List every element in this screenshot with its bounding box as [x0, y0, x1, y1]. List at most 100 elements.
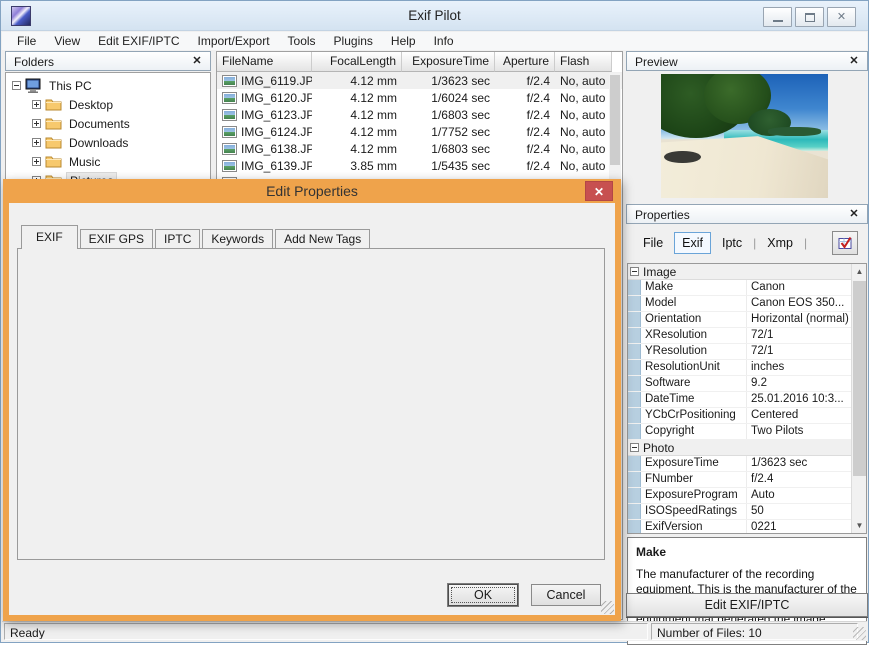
- file-row[interactable]: IMG_6139.JPG 3.85 mm 1/5435 sec f/2.4 No, au…: [217, 157, 622, 174]
- expand-box-icon[interactable]: [32, 138, 41, 147]
- collapse-box-icon[interactable]: [630, 267, 639, 276]
- grid-row-resolutionunit[interactable]: ResolutionUnit inches: [628, 360, 866, 376]
- grid-group-label: Photo: [643, 440, 675, 455]
- column-header-focallength[interactable]: FocalLength: [312, 52, 402, 72]
- grid-row-gutter: [628, 280, 641, 295]
- dialog-tab-add-new-tags[interactable]: Add New Tags: [275, 229, 371, 249]
- file-name: IMG_6138.JPG: [241, 141, 312, 156]
- tree-item-this-pc[interactable]: This PC: [6, 76, 210, 95]
- properties-tab-xmp[interactable]: Xmp: [760, 233, 800, 253]
- expand-box-icon[interactable]: [32, 119, 41, 128]
- grid-row-value: 0221: [751, 521, 777, 533]
- grid-row-exposureprogram[interactable]: ExposureProgram Auto: [628, 488, 866, 504]
- file-row[interactable]: IMG_6123.JPG 4.12 mm 1/6803 sec f/2.4 No, au…: [217, 106, 622, 123]
- dialog-tab-exif[interactable]: EXIF: [21, 225, 78, 249]
- properties-grid-scrollbar[interactable]: ▲ ▼: [851, 264, 866, 533]
- menu-bar: File View Edit EXIF/IPTC Import/Export Tools…: [2, 32, 867, 50]
- dialog-close-button[interactable]: ✕: [585, 181, 613, 201]
- file-cell: 4.12 mm: [350, 107, 397, 122]
- menu-item-import-export[interactable]: Import/Export: [189, 32, 279, 50]
- window-resize-grip[interactable]: [853, 627, 866, 640]
- image-thumbnail-icon: [222, 159, 237, 172]
- grid-row-name: ExposureProgram: [641, 488, 747, 503]
- grid-row-gutter: [628, 312, 641, 327]
- ok-button[interactable]: OK: [448, 584, 518, 606]
- grid-row-name: Copyright: [641, 424, 747, 439]
- menu-item-plugins[interactable]: Plugins: [325, 32, 382, 50]
- cancel-button[interactable]: Cancel: [531, 584, 601, 606]
- menu-item-file[interactable]: File: [8, 32, 45, 50]
- tree-item-desktop[interactable]: Desktop: [6, 95, 210, 114]
- file-row[interactable]: IMG_6124.JPG 4.12 mm 1/7752 sec f/2.4 No, au…: [217, 123, 622, 140]
- menu-item-edit-exif-iptc[interactable]: Edit EXIF/IPTC: [89, 32, 188, 50]
- expand-box-icon[interactable]: [32, 157, 41, 166]
- grid-row-model[interactable]: Model Canon EOS 350...: [628, 296, 866, 312]
- grid-row-orientation[interactable]: Orientation Horizontal (normal): [628, 312, 866, 328]
- dialog-tab-keywords[interactable]: Keywords: [202, 229, 274, 249]
- grid-row-gutter: [628, 472, 641, 487]
- grid-row-name: Model: [641, 296, 747, 311]
- dialog-tab-exif-gps[interactable]: EXIF GPS: [79, 229, 154, 249]
- grid-row-xresolution[interactable]: XResolution 72/1: [628, 328, 866, 344]
- file-row[interactable]: IMG_6120.JPG 4.12 mm 1/6024 sec f/2.4 No, au…: [217, 89, 622, 106]
- folders-close-icon[interactable]: ✕: [190, 54, 204, 68]
- grid-group-photo[interactable]: Photo: [628, 440, 866, 456]
- grid-row-exifversion[interactable]: ExifVersion 0221: [628, 520, 866, 533]
- grid-row-exposuretime[interactable]: ExposureTime 1/3623 sec: [628, 456, 866, 472]
- status-message: Ready: [4, 623, 648, 640]
- image-thumbnail-icon: [222, 108, 237, 121]
- column-header-filename[interactable]: FileName: [217, 52, 312, 72]
- collapse-box-icon[interactable]: [12, 81, 21, 90]
- dialog-tab-iptc[interactable]: IPTC: [155, 229, 201, 249]
- menu-item-info[interactable]: Info: [425, 32, 463, 50]
- column-header-aperture[interactable]: Aperture: [495, 52, 555, 72]
- properties-tab-file[interactable]: File: [636, 233, 670, 253]
- grid-row-value: f/2.4: [751, 473, 774, 485]
- file-cell: No, auto: [560, 158, 606, 173]
- scrollbar-thumb[interactable]: [853, 281, 866, 476]
- properties-close-icon[interactable]: ✕: [847, 207, 861, 221]
- grid-row-fnumber[interactable]: FNumber f/2.4: [628, 472, 866, 488]
- grid-row-ycbcrpositioning[interactable]: YCbCrPositioning Centered: [628, 408, 866, 424]
- grid-row-copyright[interactable]: Copyright Two Pilots: [628, 424, 866, 440]
- grid-row-datetime[interactable]: DateTime 25.01.2016 10:3...: [628, 392, 866, 408]
- file-row[interactable]: IMG_6119.JPG 4.12 mm 1/3623 sec f/2.4 No, au…: [217, 72, 622, 89]
- computer-icon: [25, 78, 43, 93]
- grid-group-image[interactable]: Image: [628, 264, 866, 280]
- expand-box-icon[interactable]: [32, 100, 41, 109]
- tree-item-music[interactable]: Music: [6, 152, 210, 171]
- edit-exif-iptc-button[interactable]: Edit EXIF/IPTC: [626, 593, 868, 617]
- menu-item-view[interactable]: View: [45, 32, 89, 50]
- scroll-up-icon[interactable]: ▲: [852, 264, 866, 279]
- tree-item-documents[interactable]: Documents: [6, 114, 210, 133]
- tree-item-downloads[interactable]: Downloads: [6, 133, 210, 152]
- close-button[interactable]: ✕: [827, 7, 856, 27]
- grid-row-make[interactable]: Make Canon: [628, 280, 866, 296]
- column-header-exposuretime[interactable]: ExposureTime: [402, 52, 495, 72]
- grid-row-value: Auto: [751, 489, 775, 501]
- maximize-button[interactable]: [795, 7, 824, 27]
- column-header-flash[interactable]: Flash: [555, 52, 612, 72]
- properties-tab-iptc[interactable]: Iptc: [715, 233, 749, 253]
- menu-item-tools[interactable]: Tools: [279, 32, 325, 50]
- properties-tab-exif[interactable]: Exif: [674, 232, 711, 254]
- folders-panel-header: Folders ✕: [5, 51, 211, 71]
- collapse-box-icon[interactable]: [630, 443, 639, 452]
- preview-close-icon[interactable]: ✕: [847, 54, 861, 68]
- edit-tags-icon-button[interactable]: [832, 231, 858, 255]
- scroll-down-icon[interactable]: ▼: [852, 518, 866, 533]
- file-cell: IMG_6138.JPG: [217, 142, 312, 156]
- menu-item-help[interactable]: Help: [382, 32, 425, 50]
- grid-row-isospeedratings[interactable]: ISOSpeedRatings 50: [628, 504, 866, 520]
- dialog-tabs: EXIF EXIF GPS IPTC Keywords Add New Tags: [21, 225, 372, 249]
- dialog-resize-grip[interactable]: [601, 601, 614, 614]
- file-cell: No, auto: [560, 107, 606, 122]
- grid-row-yresolution[interactable]: YResolution 72/1: [628, 344, 866, 360]
- minimize-button[interactable]: [763, 7, 792, 27]
- file-cell: 1/3623 sec: [431, 73, 490, 88]
- grid-row-value: inches: [751, 361, 785, 373]
- grid-row-gutter: [628, 504, 641, 519]
- grid-row-value: 50: [751, 505, 764, 517]
- file-row[interactable]: IMG_6138.JPG 4.12 mm 1/6803 sec f/2.4 No, au…: [217, 140, 622, 157]
- grid-row-software[interactable]: Software 9.2: [628, 376, 866, 392]
